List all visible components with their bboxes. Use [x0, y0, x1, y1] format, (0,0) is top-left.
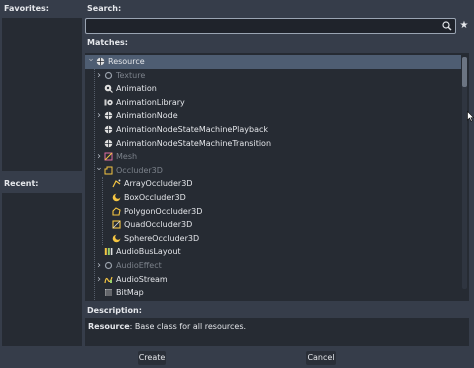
resource-icon — [104, 139, 113, 147]
tree-item-label: AudioEffect — [116, 261, 162, 270]
search-icon[interactable] — [442, 21, 452, 31]
search-label: Search: — [87, 4, 122, 13]
tree-item-mesh[interactable]: › Mesh — [85, 150, 461, 164]
moon-icon — [112, 233, 121, 243]
resource-icon — [104, 125, 113, 134]
description-panel: Resource: Base class for all resources. — [85, 318, 469, 346]
tree-item-label: Animation — [116, 84, 157, 94]
tree-item-bitmap[interactable]: BitMap — [85, 286, 461, 300]
tree-item-label: AudioBusLayout — [116, 247, 181, 257]
tree-item-label: AnimationNode — [116, 111, 178, 121]
tree-item-quadoccluder3d[interactable]: QuadOccluder3D — [85, 218, 461, 232]
search-field[interactable] — [85, 18, 456, 34]
array-occluder-icon — [112, 179, 121, 188]
tree-item-polygonoccluder3d[interactable]: PolygonOccluder3D — [85, 205, 461, 219]
tree-item-label: BoxOccluder3D — [124, 193, 186, 202]
chevron-right-icon[interactable]: › — [95, 109, 103, 122]
audio-stream-icon — [104, 276, 113, 283]
tree-item-animationnodestatemachineplayback[interactable]: AnimationNodeStateMachinePlayback — [85, 123, 461, 137]
moon-icon — [112, 193, 121, 202]
create-button[interactable]: Create — [138, 351, 166, 365]
tree-item-occluder3d[interactable]: ⌄ Occluder3D — [85, 163, 461, 178]
resource-icon — [96, 57, 105, 66]
tree-item-label: Texture — [116, 70, 146, 80]
tree-item-label: BitMap — [116, 288, 144, 298]
matches-tree[interactable]: ⌄ Resource › Texture Animation AnimationLibra… — [85, 53, 469, 301]
tree-item-resource[interactable]: ⌄ Resource — [85, 55, 461, 69]
tree-item-audioeffect[interactable]: › AudioEffect — [85, 259, 461, 273]
occluder-icon — [104, 166, 113, 175]
tree-item-label: Occluder3D — [116, 165, 163, 175]
matches-scrollbar-thumb[interactable] — [462, 57, 467, 87]
search-input[interactable] — [89, 20, 429, 32]
circle-icon — [104, 71, 113, 79]
tree-item-animationlibrary[interactable]: AnimationLibrary — [85, 96, 461, 110]
chevron-down-icon[interactable]: ⌄ — [87, 55, 95, 68]
quad-occluder-icon — [112, 220, 121, 229]
tree-item-arrayoccluder3d[interactable]: ArrayOccluder3D — [85, 177, 461, 191]
recent-list[interactable] — [2, 193, 82, 346]
animation-library-icon — [104, 99, 113, 106]
mouse-cursor-icon — [467, 111, 474, 122]
tree-item-texture[interactable]: › Texture — [85, 69, 461, 83]
recent-label: Recent: — [4, 179, 39, 188]
tree-item-label: AudioStream — [116, 274, 168, 284]
create-resource-dialog: Favorites: Recent: Search: ★ Matches: ⌄ R… — [0, 0, 474, 368]
polygon-occluder-icon — [112, 206, 121, 216]
tree-item-label: AnimationNodeStateMachinePlayback — [116, 125, 269, 134]
audio-bus-icon — [104, 248, 113, 256]
tree-item-animation[interactable]: Animation — [85, 82, 461, 96]
description-body: : Base class for all resources. — [129, 322, 247, 331]
chevron-right-icon[interactable]: › — [95, 273, 103, 286]
favorite-star-icon[interactable]: ★ — [459, 20, 469, 32]
tree-item-boxoccluder3d[interactable]: BoxOccluder3D — [85, 191, 461, 205]
tree-item-audiobuslayout[interactable]: AudioBusLayout — [85, 245, 461, 259]
tree-item-label: AnimationLibrary — [116, 97, 185, 107]
matches-label: Matches: — [87, 38, 129, 47]
matches-scrollbar[interactable] — [462, 57, 467, 289]
resource-icon — [104, 112, 113, 120]
chevron-down-icon[interactable]: ⌄ — [95, 163, 103, 177]
circle-icon — [104, 261, 113, 270]
tree-item-sphereoccluder3d[interactable]: SphereOccluder3D — [85, 232, 461, 246]
chevron-right-icon[interactable]: › — [95, 69, 103, 82]
description-text: Resource: Base class for all resources. — [88, 322, 246, 331]
favorites-label: Favorites: — [4, 4, 50, 13]
tree-item-label: SphereOccluder3D — [124, 233, 200, 243]
tree-item-label: Resource — [108, 57, 145, 66]
tree-item-label: QuadOccluder3D — [124, 220, 193, 230]
cancel-button[interactable]: Cancel — [306, 351, 336, 365]
tree-item-animationnodestatemachinetransition[interactable]: AnimationNodeStateMachineTransition — [85, 137, 461, 151]
favorites-list[interactable] — [2, 18, 82, 171]
mesh-icon — [104, 152, 113, 161]
description-label: Description: — [87, 306, 142, 315]
animation-icon — [104, 84, 113, 94]
chevron-right-icon[interactable]: › — [95, 259, 103, 272]
tree-item-label: ArrayOccluder3D — [124, 179, 193, 189]
tree-item-audiostream[interactable]: › AudioStream — [85, 273, 461, 287]
tree-item-label: PolygonOccluder3D — [124, 206, 203, 216]
tree-item-label: AnimationNodeStateMachineTransition — [116, 138, 272, 148]
tree-item-label: Mesh — [116, 152, 138, 162]
chevron-right-icon[interactable]: › — [95, 150, 103, 163]
description-class-name: Resource — [88, 322, 130, 331]
tree-item-animationnode[interactable]: › AnimationNode — [85, 109, 461, 123]
bitmap-icon — [105, 289, 112, 297]
